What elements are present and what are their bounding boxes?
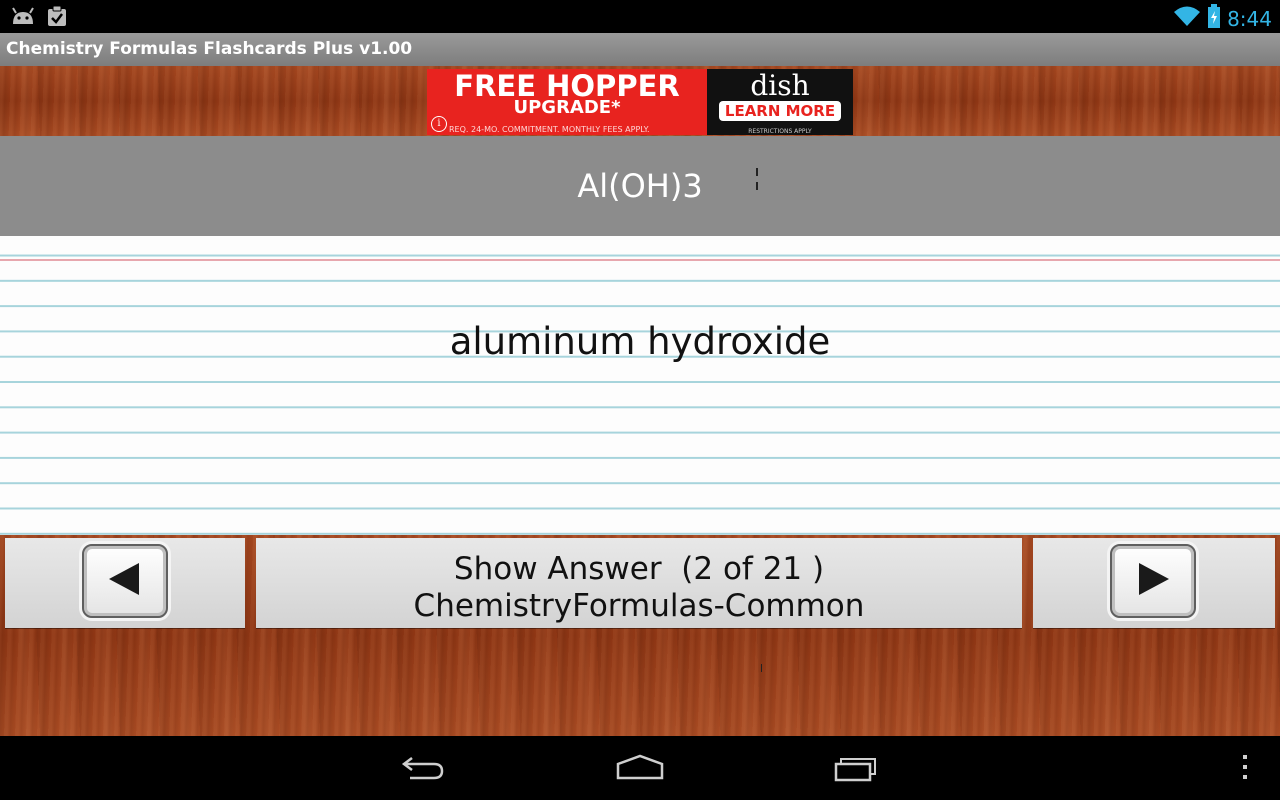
next-button-frame[interactable] bbox=[1110, 544, 1196, 618]
left-arrow-icon bbox=[105, 559, 145, 603]
ad-promo-panel[interactable]: FREE HOPPER UPGRADE* REQ. 24-MO. COMMITM… bbox=[427, 69, 707, 135]
question-text: Al(OH)3 bbox=[577, 167, 703, 205]
ad-brand-panel[interactable]: dish LEARN MORE RESTRICTIONS APPLY bbox=[707, 69, 853, 135]
ad-learn-more-button[interactable]: LEARN MORE bbox=[718, 101, 842, 121]
show-answer-label: Show Answer (2 of 21 ) bbox=[453, 551, 825, 587]
home-icon bbox=[615, 752, 665, 786]
clock: 8:44 bbox=[1227, 6, 1272, 31]
answer-text: aluminum hydroxide bbox=[449, 320, 831, 363]
system-nav-bar bbox=[0, 736, 1280, 800]
controls-area: Show Answer (2 of 21 ) ChemistryFormulas… bbox=[0, 535, 1280, 736]
ad-brand-logo: dish bbox=[750, 69, 810, 102]
question-panel: Al(OH)3 bbox=[0, 136, 1280, 236]
right-arrow-icon bbox=[1133, 559, 1173, 603]
flashcard[interactable]: aluminum hydroxide bbox=[0, 236, 1280, 535]
android-debug-icon bbox=[10, 6, 36, 30]
recents-button[interactable] bbox=[832, 754, 882, 784]
ad-restrictions: RESTRICTIONS APPLY bbox=[748, 128, 812, 135]
clipboard-check-icon bbox=[46, 5, 68, 31]
back-icon bbox=[398, 752, 448, 786]
deck-name: ChemistryFormulas-Common bbox=[413, 588, 865, 624]
overflow-menu-icon bbox=[1240, 752, 1250, 786]
ad-fine-print: REQ. 24-MO. COMMITMENT. MONTHLY FEES APP… bbox=[449, 125, 650, 134]
battery-icon bbox=[1207, 4, 1221, 33]
cursor-mark-small bbox=[761, 664, 762, 672]
home-button[interactable] bbox=[615, 754, 665, 784]
ad-area: FREE HOPPER UPGRADE* REQ. 24-MO. COMMITM… bbox=[0, 66, 1280, 136]
show-answer-button[interactable]: Show Answer (2 of 21 ) ChemistryFormulas… bbox=[256, 538, 1022, 628]
wifi-icon bbox=[1173, 5, 1201, 32]
ad-banner[interactable]: FREE HOPPER UPGRADE* REQ. 24-MO. COMMITM… bbox=[427, 69, 853, 135]
ad-info-icon[interactable]: i bbox=[431, 116, 447, 132]
recents-icon bbox=[832, 752, 882, 786]
previous-button-frame[interactable] bbox=[82, 544, 168, 618]
next-card-button[interactable] bbox=[1033, 538, 1275, 628]
app-title-bar: Chemistry Formulas Flashcards Plus v1.00 bbox=[0, 33, 1280, 66]
back-button[interactable] bbox=[398, 754, 448, 784]
status-bar: 8:44 bbox=[0, 0, 1280, 33]
cursor-mark bbox=[756, 168, 758, 192]
app-title: Chemistry Formulas Flashcards Plus v1.00 bbox=[6, 39, 413, 59]
overflow-menu-button[interactable] bbox=[1230, 754, 1260, 784]
system-status: 8:44 bbox=[1173, 4, 1272, 33]
previous-card-button[interactable] bbox=[5, 538, 245, 628]
notification-icons bbox=[10, 5, 68, 31]
